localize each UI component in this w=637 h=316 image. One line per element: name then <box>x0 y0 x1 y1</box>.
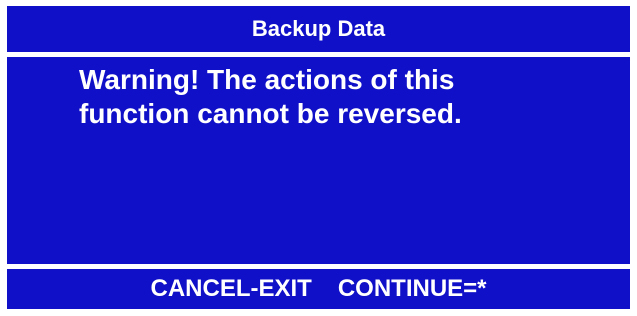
title-bar: Backup Data <box>7 6 630 52</box>
footer-bar: CANCEL-EXIT CONTINUE=* <box>7 269 630 309</box>
warning-message: Warning! The actions of this function ca… <box>79 64 462 129</box>
page-title: Backup Data <box>251 16 386 41</box>
device-screen: Backup Data Warning! The actions of this… <box>7 6 630 309</box>
continue-label[interactable]: CONTINUE=* <box>338 275 487 303</box>
cancel-exit-label[interactable]: CANCEL-EXIT <box>150 275 311 303</box>
message-area: Warning! The actions of this function ca… <box>7 57 630 264</box>
